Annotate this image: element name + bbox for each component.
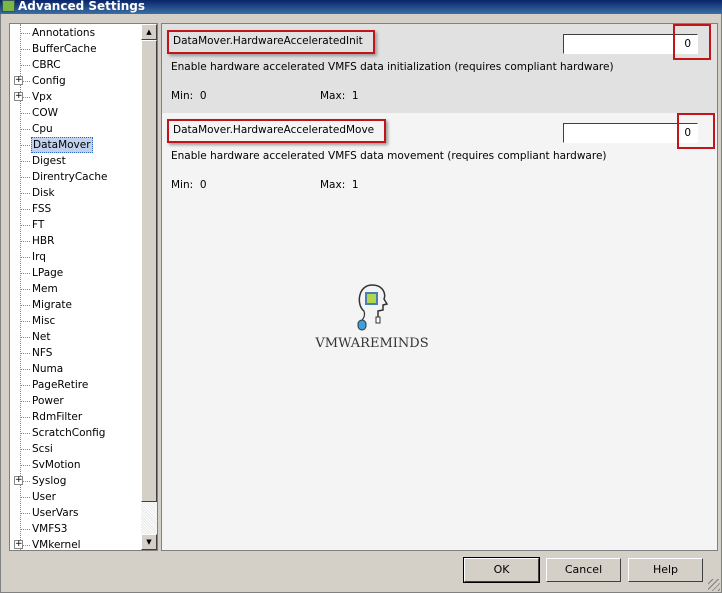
setting-max: Max: 1 [320, 90, 359, 102]
tree-scrollbar[interactable]: ▲ ▼ [141, 24, 157, 550]
tree-item-label: Disk [32, 187, 55, 199]
highlight-box [677, 113, 715, 149]
window-title: Advanced Settings [18, 0, 146, 13]
tree-item-label: Migrate [32, 299, 72, 311]
tree-item-label: CBRC [32, 59, 61, 71]
tree-connector [20, 497, 30, 498]
tree-connector [20, 113, 30, 114]
tree-connector [20, 417, 30, 418]
help-button[interactable]: Help [628, 558, 703, 582]
tree-item-label: Annotations [32, 27, 96, 39]
setting-row: DataMover.HardwareAcceleratedInit 0 Enab… [162, 24, 717, 113]
highlight-box [673, 24, 711, 60]
app-icon [2, 0, 15, 12]
tree-connector [20, 145, 30, 146]
tree-connector [20, 273, 30, 274]
expand-icon[interactable]: + [14, 540, 23, 549]
tree-connector [20, 449, 30, 450]
tree-line [20, 24, 21, 550]
tree-item-label: Vpx [32, 91, 53, 103]
tree-item-label: Config [32, 75, 66, 87]
tree-connector [20, 65, 30, 66]
setting-name: DataMover.HardwareAcceleratedMove [167, 119, 387, 143]
tree-item-label: UserVars [32, 507, 79, 519]
tree-item-label: Mem [32, 283, 58, 295]
setting-max: Max: 1 [320, 179, 359, 191]
tree-connector [20, 225, 30, 226]
tree-item-label: User [32, 491, 56, 503]
tree-connector [20, 465, 30, 466]
tree-connector [20, 353, 30, 354]
tree-connector [20, 529, 30, 530]
tree-connector [20, 33, 30, 34]
tree-connector [20, 369, 30, 370]
tree-connector [20, 241, 30, 242]
tree-connector [20, 177, 30, 178]
tree-connector [20, 401, 30, 402]
tree-item-label: ScratchConfig [32, 427, 106, 439]
tree-item-label: HBR [32, 235, 55, 247]
tree-item-label: NFS [32, 347, 53, 359]
tree-connector [20, 193, 30, 194]
cancel-button[interactable]: Cancel [546, 558, 621, 582]
setting-min: Min: 0 [171, 179, 207, 191]
scroll-down-button[interactable]: ▼ [141, 534, 157, 550]
settings-panel: DataMover.HardwareAcceleratedInit 0 Enab… [161, 23, 718, 551]
setting-description: Enable hardware accelerated VMFS data mo… [171, 150, 607, 162]
tree-item-label: FSS [32, 203, 52, 215]
tree-item-label: FT [32, 219, 45, 231]
tree-connector [20, 337, 30, 338]
tree-connector [20, 513, 30, 514]
tree-connector [20, 209, 30, 210]
tree-connector [20, 161, 30, 162]
expand-icon[interactable]: + [14, 476, 23, 485]
tree-item-label: SvMotion [32, 459, 81, 471]
tree-connector [20, 433, 30, 434]
tree-item-label: Digest [32, 155, 66, 167]
tree-item-label: Numa [32, 363, 64, 375]
tree-item-label: PageRetire [32, 379, 89, 391]
ok-button[interactable]: OK [463, 557, 540, 583]
tree-connector [20, 385, 30, 386]
setting-description: Enable hardware accelerated VMFS data in… [171, 61, 614, 73]
resize-grip[interactable] [708, 579, 720, 591]
tree-item-label: Irq [32, 251, 46, 263]
tree-connector [20, 49, 30, 50]
tree-item-label: Power [32, 395, 64, 407]
setting-min: Min: 0 [171, 90, 207, 102]
tree-connector [20, 289, 30, 290]
setting-row: DataMover.HardwareAcceleratedMove 0 Enab… [162, 113, 717, 203]
tree-item-label: COW [32, 107, 58, 119]
title-bar: Advanced Settings [0, 0, 722, 14]
expand-icon[interactable]: + [14, 76, 23, 85]
settings-tree[interactable]: Annotations BufferCache CBRC + Config + Vpx COW… [9, 23, 158, 551]
tree-item-label: Cpu [32, 123, 53, 135]
tree-item-label: BufferCache [32, 43, 97, 55]
tree-item-label: LPage [32, 267, 64, 279]
head-mouse-icon [357, 284, 389, 331]
tree-item-label: Net [32, 331, 51, 343]
tree-connector [20, 257, 30, 258]
tree-item-label: VMkernel [32, 539, 81, 551]
tree-connector [20, 305, 30, 306]
tree-connector [20, 321, 30, 322]
tree-connector [20, 129, 30, 130]
scroll-thumb[interactable] [141, 40, 157, 502]
setting-name: DataMover.HardwareAcceleratedInit [167, 30, 375, 54]
tree-item-label: Syslog [32, 475, 67, 487]
scroll-up-button[interactable]: ▲ [141, 24, 157, 40]
tree-item-label: RdmFilter [32, 411, 83, 423]
tree-item-label: VMFS3 [32, 523, 68, 535]
tree-item-label: Misc [32, 315, 56, 327]
watermark-logo: VMWAREMINDS [312, 281, 432, 351]
watermark-text: VMWAREMINDS [315, 336, 429, 351]
expand-icon[interactable]: + [14, 92, 23, 101]
tree-item-label: DataMover [31, 137, 93, 153]
tree-item-label: DirentryCache [32, 171, 108, 183]
tree-item-label: Scsi [32, 443, 53, 455]
